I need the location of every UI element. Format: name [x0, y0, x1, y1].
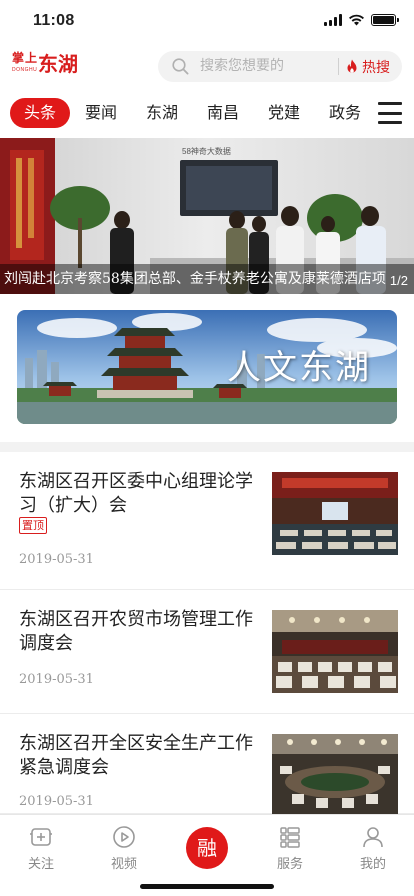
- news-item[interactable]: 东湖区召开区委中心组理论学习（扩大）会 置顶 2019-05-31: [0, 452, 414, 590]
- nav-mine-label: 我的: [359, 857, 386, 872]
- news-title[interactable]: 东湖区召开区委中心组理论学习（扩大）会: [19, 470, 259, 518]
- nav-service[interactable]: 服务: [260, 825, 320, 872]
- play-circle-icon: [113, 826, 135, 848]
- banner-caption[interactable]: 刘闯赴北京考察58集团总部、金手杖养老公寓及康莱德酒店项: [4, 268, 388, 288]
- service-list-icon: [280, 827, 300, 848]
- logo-main-text: 东湖: [38, 52, 78, 76]
- search-bar[interactable]: 搜索您想要的 热搜: [158, 51, 402, 82]
- feature-card-renwen[interactable]: 人文东湖: [17, 310, 397, 424]
- nav-service-label: 服务: [276, 857, 303, 872]
- logo-top-text: 掌上: [12, 51, 39, 65]
- news-date: 2019-05-31: [19, 794, 94, 809]
- tab-nanchang[interactable]: 南昌: [196, 98, 250, 128]
- search-placeholder[interactable]: 搜索您想要的: [200, 58, 284, 75]
- tab-government[interactable]: 政务: [318, 98, 372, 128]
- banner-sign-text: 58神奇大数据: [182, 146, 231, 156]
- nav-mine[interactable]: 我的: [343, 825, 403, 872]
- news-thumbnail[interactable]: [272, 734, 398, 814]
- tab-headline[interactable]: 头条: [10, 98, 70, 128]
- pinned-badge: 置顶: [19, 517, 47, 534]
- tab-donghu[interactable]: 东湖: [135, 98, 189, 128]
- hot-search-label: 热搜: [362, 59, 390, 76]
- battery-icon: [371, 14, 399, 26]
- hot-search-button[interactable]: 热搜: [346, 56, 390, 77]
- tab-news[interactable]: 要闻: [74, 98, 128, 128]
- news-date: 2019-05-31: [19, 672, 94, 687]
- status-bar: 11:08: [0, 0, 414, 44]
- app-header: 掌上 DONGHU 东湖 搜索您想要的 热搜: [0, 44, 414, 90]
- nav-video[interactable]: 视频: [94, 825, 154, 872]
- nav-follow-label: 关注: [27, 857, 54, 872]
- channel-tabs: 头条 要闻 东湖 南昌 党建 政务: [0, 90, 414, 134]
- headline-carousel[interactable]: 58神奇大数据 刘闯赴北京考察58集团总部、金手杖养老公寓及康莱德酒店项 1/2: [0, 138, 414, 294]
- news-item[interactable]: 东湖区召开全区安全生产工作紧急调度会 2019-05-31: [0, 714, 414, 814]
- flame-icon: [347, 59, 357, 73]
- logo-sub-text: DONGHU: [12, 67, 38, 73]
- news-title[interactable]: 东湖区召开农贸市场管理工作调度会: [19, 608, 259, 656]
- plus-box-icon: [30, 828, 52, 846]
- menu-icon[interactable]: [378, 102, 402, 124]
- nav-follow[interactable]: 关注: [11, 825, 71, 872]
- section-divider: [0, 442, 414, 452]
- banner-counter: 1/2: [389, 273, 408, 288]
- news-item[interactable]: 东湖区召开农贸市场管理工作调度会 2019-05-31: [0, 590, 414, 714]
- search-icon: [172, 58, 189, 75]
- news-thumbnail[interactable]: [272, 472, 398, 555]
- wifi-icon: [349, 14, 364, 26]
- nav-video-label: 视频: [110, 857, 137, 872]
- news-date: 2019-05-31: [19, 552, 94, 567]
- user-icon: [363, 827, 383, 848]
- home-indicator: [140, 884, 274, 889]
- news-thumbnail[interactable]: [272, 610, 398, 693]
- search-divider: [338, 58, 339, 75]
- news-title[interactable]: 东湖区召开全区安全生产工作紧急调度会: [19, 732, 259, 780]
- status-icons: [324, 14, 399, 26]
- app-logo: 掌上 DONGHU 东湖: [12, 52, 90, 82]
- feature-title: 人文东湖: [227, 348, 371, 388]
- status-time: 11:08: [33, 12, 75, 29]
- nav-rong-button[interactable]: 融: [186, 827, 228, 869]
- tab-party[interactable]: 党建: [257, 98, 311, 128]
- cellular-signal-icon: [324, 14, 342, 26]
